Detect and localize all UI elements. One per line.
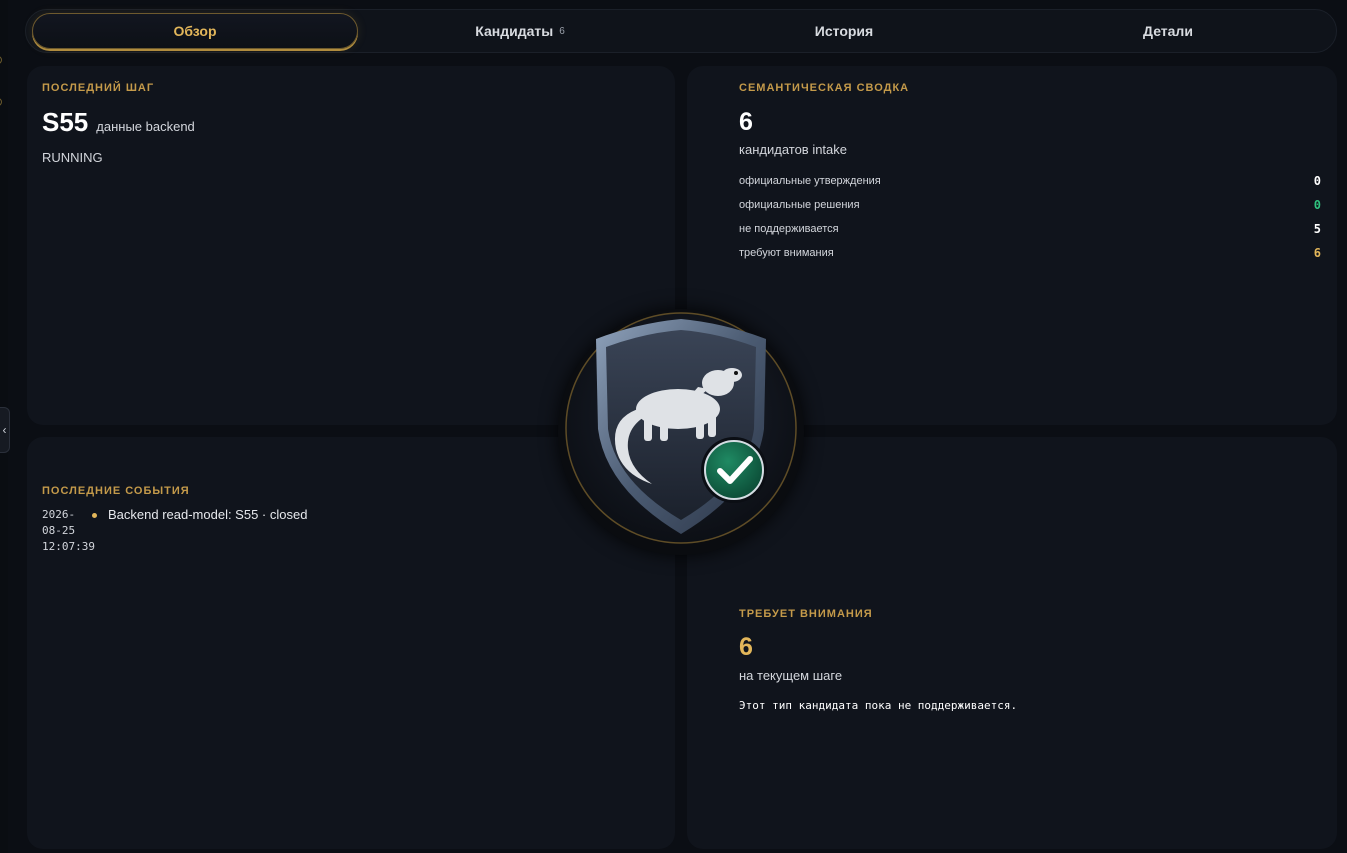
step-description: данные backend [96,119,195,134]
ermine-shield-check-icon [558,309,804,555]
event-bullet-icon [92,513,97,518]
event-item: 2026- 08-25 12:07:39 Backend read-model:… [42,507,307,555]
attention-note: Этот тип кандидата пока не поддерживаетс… [739,699,1018,712]
tab-history[interactable]: История [682,13,1006,49]
stat-row: требуют внимания 6 [739,246,1321,260]
candidate-count-label: кандидатов intake [739,142,848,157]
stat-row: официальные решения 0 [739,198,1321,212]
section-title: ТРЕБУЕТ ВНИМАНИЯ [739,608,873,620]
event-timestamp: 2026- 08-25 12:07:39 [42,508,95,553]
section-title: ПОСЛЕДНИЕ СОБЫТИЯ [42,485,190,497]
event-text: Backend read-model: S55 · closed [108,507,308,522]
step-status: RUNNING [42,150,103,165]
tab-count-badge: 6 [559,25,565,37]
tab-bar: Обзор Кандидаты 6 История Детали [25,9,1337,53]
tab-overview[interactable]: Обзор [32,13,358,49]
attention-count-label: на текущем шаге [739,668,843,683]
collapse-sidebar-button[interactable]: ‹ [0,407,10,453]
tab-details[interactable]: Детали [1006,13,1330,49]
section-title: СЕМАНТИЧЕСКАЯ СВОДКА [739,82,910,94]
candidate-count: 6 [739,108,753,136]
stat-row: не поддерживается 5 [739,222,1321,236]
section-title: ПОСЛЕДНИЙ ШАГ [42,82,155,94]
chevron-left-icon: ‹ [2,423,7,437]
stat-row: официальные утверждения 0 [739,174,1321,188]
tab-candidates[interactable]: Кандидаты 6 [358,13,682,49]
attention-count: 6 [739,633,753,661]
step-id: S55 [42,107,89,137]
